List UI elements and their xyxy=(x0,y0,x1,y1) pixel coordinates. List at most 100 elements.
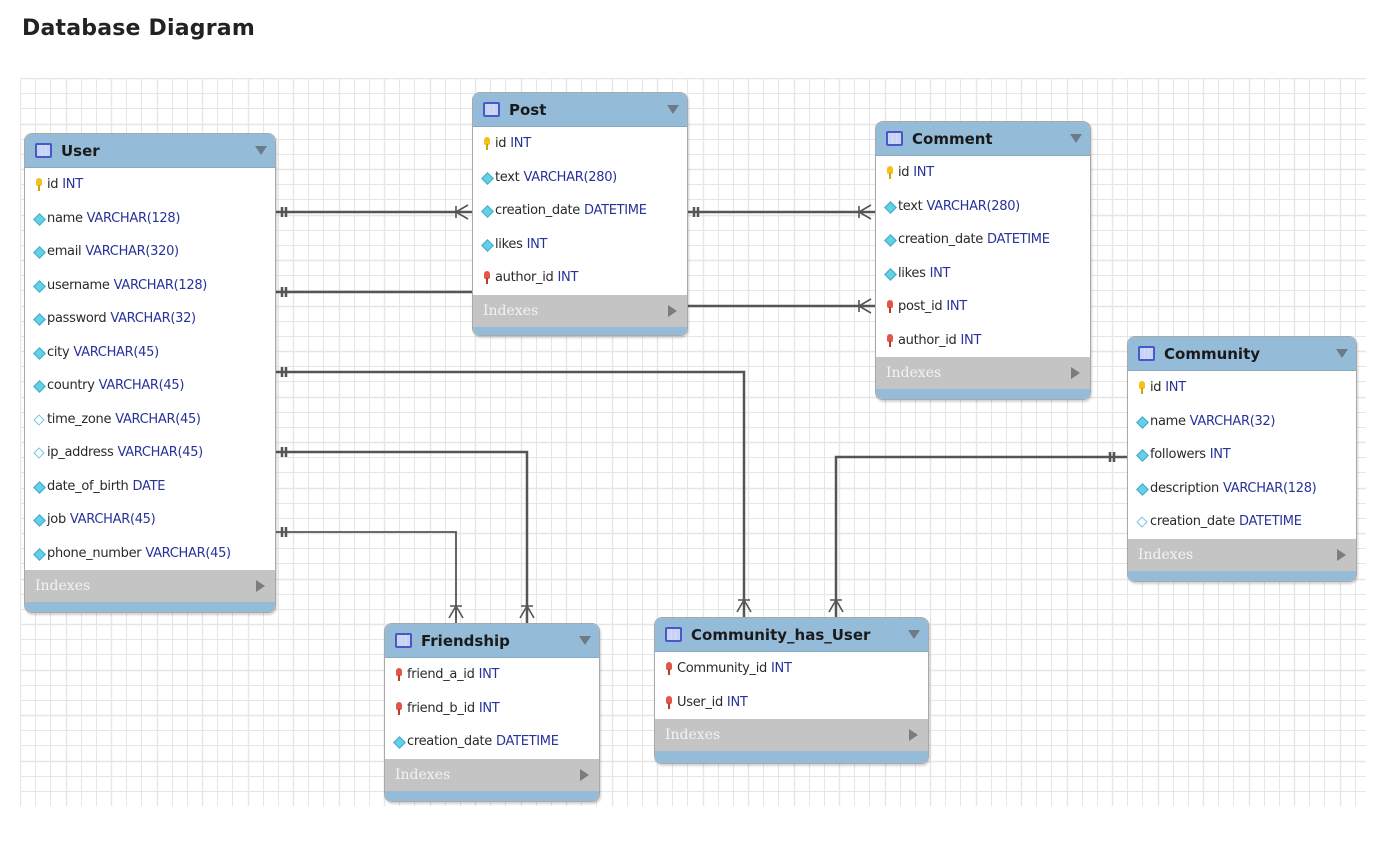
column-row[interactable]: email VARCHAR(320) xyxy=(25,235,275,269)
indexes-label: Indexes xyxy=(395,766,451,783)
column-row[interactable]: id INT xyxy=(1128,371,1356,405)
column-row[interactable]: Community_id INT xyxy=(655,652,928,686)
column-name: id xyxy=(1150,380,1162,396)
expand-arrow-icon[interactable] xyxy=(256,580,265,592)
primary-key-icon xyxy=(34,178,43,192)
column-row[interactable]: creation_date DATETIME xyxy=(1128,505,1356,539)
collapse-triangle-icon[interactable] xyxy=(667,105,679,114)
entity-friendship[interactable]: Friendship friend_a_id INT friend_b_id INT cr… xyxy=(384,623,600,802)
column-row[interactable]: country VARCHAR(45) xyxy=(25,369,275,403)
column-row[interactable]: friend_a_id INT xyxy=(385,658,599,692)
column-row[interactable]: name VARCHAR(32) xyxy=(1128,405,1356,439)
column-row[interactable]: ip_address VARCHAR(45) xyxy=(25,436,275,470)
column-row[interactable]: likes INT xyxy=(473,228,687,262)
column-diamond-icon xyxy=(1137,415,1146,428)
column-type: INT xyxy=(478,700,500,716)
diagram-canvas[interactable]: User id INT name VARCHAR(128) email VARCHAR(32… xyxy=(20,78,1366,806)
column-name: city xyxy=(47,344,70,360)
column-row[interactable]: name VARCHAR(128) xyxy=(25,202,275,236)
column-row[interactable]: id INT xyxy=(473,127,687,161)
entity-comment[interactable]: Comment id INT text VARCHAR(280) creation_dat… xyxy=(875,121,1091,400)
column-row[interactable]: likes INT xyxy=(876,257,1090,291)
indexes-section[interactable]: Indexes xyxy=(876,357,1090,389)
expand-arrow-icon[interactable] xyxy=(1337,548,1346,561)
column-type: VARCHAR(45) xyxy=(117,445,203,461)
expand-arrow-icon[interactable] xyxy=(909,729,918,741)
column-row[interactable]: phone_number VARCHAR(45) xyxy=(25,537,275,571)
column-list: id INT name VARCHAR(32) followers INT descript… xyxy=(1128,371,1356,539)
column-row[interactable]: creation_date DATETIME xyxy=(385,725,599,759)
column-row[interactable]: friend_b_id INT xyxy=(385,692,599,726)
column-name: id xyxy=(898,165,910,181)
column-diamond-icon xyxy=(34,245,43,258)
foreign-key-icon xyxy=(885,300,894,314)
foreign-key-icon xyxy=(394,668,403,682)
column-row[interactable]: creation_date DATETIME xyxy=(473,194,687,228)
entity-community-has-user[interactable]: Community_has_User Community_id INT User_id… xyxy=(654,617,929,764)
column-row[interactable]: password VARCHAR(32) xyxy=(25,302,275,336)
column-row[interactable]: post_id INT xyxy=(876,290,1090,324)
column-row[interactable]: author_id INT xyxy=(876,324,1090,358)
column-list: id INT text VARCHAR(280) creation_date DATETI… xyxy=(473,127,687,295)
column-name: password xyxy=(47,311,107,327)
column-name: time_zone xyxy=(47,411,112,427)
column-type: INT xyxy=(913,165,934,181)
indexes-section[interactable]: Indexes xyxy=(473,294,687,327)
column-type: DATETIME xyxy=(987,232,1050,248)
collapse-triangle-icon[interactable] xyxy=(579,636,591,645)
column-row[interactable]: followers INT xyxy=(1128,438,1356,472)
entity-user[interactable]: User id INT name VARCHAR(128) email VARCHAR(32… xyxy=(24,133,276,613)
column-name: post_id xyxy=(898,299,943,315)
column-diamond-icon xyxy=(482,204,491,217)
column-row[interactable]: User_id INT xyxy=(655,686,928,720)
entity-footer xyxy=(655,751,928,763)
column-type: VARCHAR(45) xyxy=(145,545,231,561)
entity-header[interactable]: Comment xyxy=(876,122,1090,156)
entity-header[interactable]: Community_has_User xyxy=(655,618,928,652)
column-type: VARCHAR(45) xyxy=(98,378,185,394)
column-row[interactable]: id INT xyxy=(25,168,275,202)
entity-community[interactable]: Community id INT name VARCHAR(32) followers IN… xyxy=(1127,336,1357,582)
entity-post[interactable]: Post id INT text VARCHAR(280) creation_date DA… xyxy=(472,92,688,336)
column-row[interactable]: city VARCHAR(45) xyxy=(25,336,275,370)
column-row[interactable]: username VARCHAR(128) xyxy=(25,269,275,303)
entity-header[interactable]: User xyxy=(25,134,275,168)
column-row[interactable]: job VARCHAR(45) xyxy=(25,503,275,537)
expand-arrow-icon[interactable] xyxy=(1071,367,1080,379)
indexes-section[interactable]: Indexes xyxy=(25,570,275,602)
entity-title: Comment xyxy=(912,129,993,148)
column-type: VARCHAR(32) xyxy=(110,311,196,327)
entity-header[interactable]: Community xyxy=(1128,337,1356,371)
entity-header[interactable]: Post xyxy=(473,93,687,127)
column-type: INT xyxy=(929,265,951,281)
collapse-triangle-icon[interactable] xyxy=(255,146,267,155)
entity-title: Post xyxy=(509,100,547,119)
column-type: VARCHAR(128) xyxy=(113,277,208,293)
column-row[interactable]: text VARCHAR(280) xyxy=(473,161,687,195)
collapse-triangle-icon[interactable] xyxy=(1070,134,1082,143)
column-type: INT xyxy=(510,136,531,152)
entity-header[interactable]: Friendship xyxy=(385,624,599,658)
collapse-triangle-icon[interactable] xyxy=(1336,349,1348,358)
column-row[interactable]: date_of_birth DATE xyxy=(25,470,275,504)
expand-arrow-icon[interactable] xyxy=(580,768,589,781)
expand-arrow-icon[interactable] xyxy=(668,304,677,317)
column-row[interactable]: creation_date DATETIME xyxy=(876,223,1090,257)
indexes-section[interactable]: Indexes xyxy=(655,719,928,751)
column-row[interactable]: text VARCHAR(280) xyxy=(876,190,1090,224)
column-type: INT xyxy=(726,694,748,710)
column-row[interactable]: description VARCHAR(128) xyxy=(1128,472,1356,506)
column-row[interactable]: author_id INT xyxy=(473,261,687,295)
column-name: id xyxy=(495,136,507,152)
column-type: DATETIME xyxy=(496,734,559,750)
collapse-triangle-icon[interactable] xyxy=(908,630,920,639)
entity-title: User xyxy=(61,141,100,160)
column-name: date_of_birth xyxy=(47,478,129,494)
column-row[interactable]: time_zone VARCHAR(45) xyxy=(25,403,275,437)
column-type: VARCHAR(45) xyxy=(69,512,156,528)
indexes-section[interactable]: Indexes xyxy=(385,758,599,791)
column-name: description xyxy=(1150,480,1219,496)
indexes-section[interactable]: Indexes xyxy=(1128,538,1356,571)
column-row[interactable]: id INT xyxy=(876,156,1090,190)
nullable-column-diamond-icon xyxy=(1137,515,1146,528)
